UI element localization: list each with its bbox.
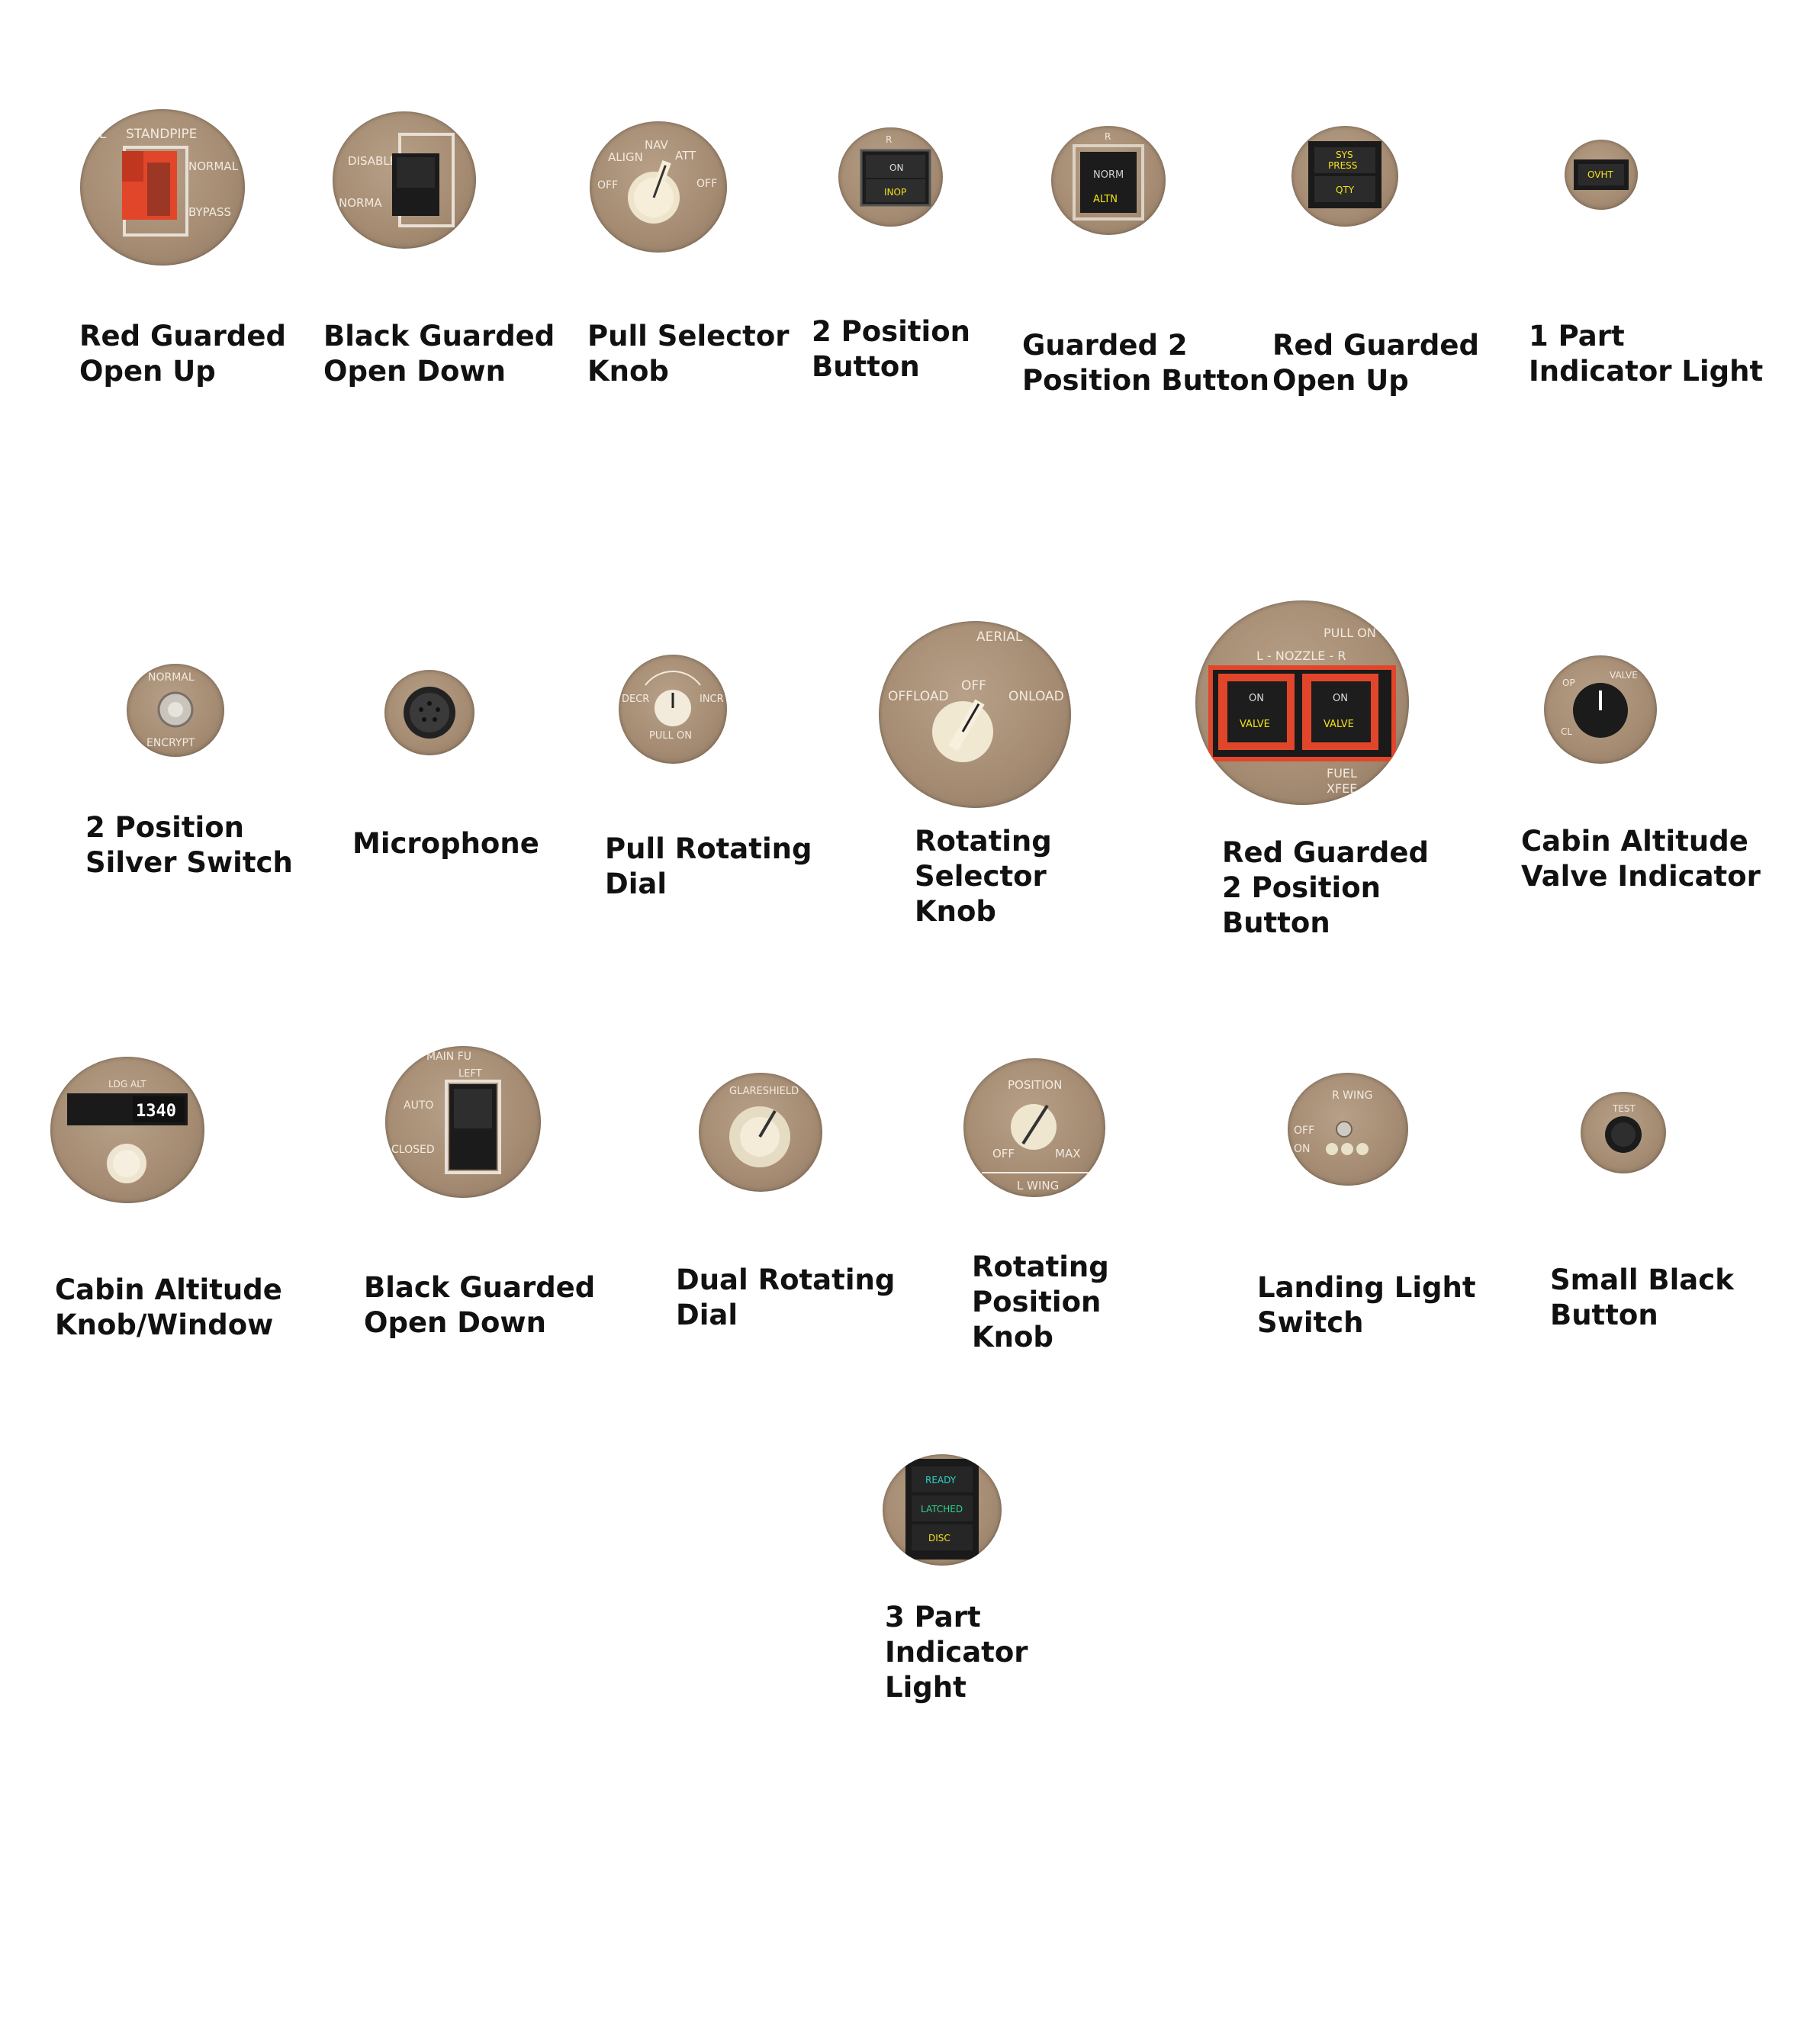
control-label: Cabin Altitude Valve Indicator — [1521, 825, 1761, 893]
red-guarded-switch-icon[interactable]: EL STANDPIPE NORMAL BYPASS — [80, 109, 245, 266]
panel-label: CLOSED — [391, 1144, 435, 1156]
control-label: Rotating Selector Knob — [915, 825, 1052, 928]
indicator-light-icon: OVHT — [1565, 140, 1638, 210]
panel-label: NORMAL — [148, 671, 195, 684]
legend-text: READY — [925, 1475, 957, 1486]
control-label: 2 Position Silver Switch — [85, 811, 293, 879]
panel-label: AUTO — [404, 1099, 433, 1112]
legend-text: LATCHED — [921, 1504, 963, 1514]
control-label: Red Guarded Open Up — [1272, 329, 1479, 397]
black-guarded-switch-icon[interactable]: MAIN FU LEFT AUTO CLOSED — [385, 1046, 541, 1198]
panel-label: VALVE — [1610, 670, 1638, 681]
toggle-switch-icon[interactable]: NORMAL ENCRYPT — [127, 664, 224, 757]
small-black-button-icon[interactable]: TEST — [1581, 1092, 1666, 1173]
panel-label: XFEE — [1327, 781, 1357, 796]
panel-label: POSITION — [1008, 1078, 1062, 1092]
panel-label: LDG ALT — [108, 1079, 146, 1090]
panel-label: LEFT — [458, 1068, 482, 1080]
panel-label: L WING — [1017, 1179, 1059, 1193]
dual-guarded-button-icon[interactable]: PULL ON L - NOZZLE - R ON VALVE ON VALVE… — [1195, 600, 1409, 805]
panel-label: PULL ON — [649, 730, 692, 742]
panel-label: OFFLOAD — [888, 689, 949, 704]
control-label: Pull Selector Knob — [587, 320, 790, 388]
panel-label: R — [1105, 131, 1111, 142]
control-label: Red Guarded 2 Position Button — [1222, 836, 1429, 939]
indicator-button-icon[interactable]: SYS PRESS QTY — [1291, 126, 1398, 227]
control-label: Small Black Button — [1550, 1263, 1734, 1331]
panel-label: L - NOZZLE - R — [1256, 649, 1346, 663]
altitude-window-icon[interactable]: LDG ALT 1340 — [50, 1057, 204, 1203]
panel-label: MAX — [1055, 1147, 1080, 1160]
legend-text: OVHT — [1587, 169, 1613, 180]
selector-knob-icon[interactable]: NAV ALIGN ATT OFF OFF — [590, 121, 727, 253]
panel-label: DECR — [622, 694, 649, 705]
panel-label: EL — [91, 127, 107, 142]
control-label: Black Guarded Open Down — [364, 1271, 596, 1339]
panel-label: ONLOAD — [1008, 689, 1064, 704]
legend-text: ON — [1249, 693, 1264, 704]
panel-label: OFF — [961, 678, 986, 694]
panel-label: NAV — [645, 138, 669, 152]
legend-text: ALTN — [1093, 194, 1118, 205]
altitude-readout: 1340 — [136, 1102, 176, 1121]
control-label: Dual Rotating Dial — [676, 1263, 896, 1331]
legend-text: VALVE — [1240, 719, 1270, 730]
panel-label: NORMA — [339, 196, 382, 210]
legend-text: PRESS — [1328, 160, 1357, 171]
legend-text: NORM — [1093, 169, 1124, 181]
panel-label: AERIAL — [976, 629, 1023, 645]
panel-label: R WING — [1332, 1090, 1372, 1102]
panel-label: DISABLE — [348, 154, 397, 168]
panel-label: ALIGN — [608, 150, 643, 164]
panel-label: R — [886, 134, 892, 145]
panel-label: ON — [1294, 1143, 1311, 1155]
panel-label: OFF — [597, 179, 618, 192]
control-label: Microphone — [352, 827, 539, 860]
panel-label: BYPASS — [188, 205, 231, 219]
control-label: Guarded 2 Position Button — [1022, 329, 1269, 397]
panel-label: TEST — [1612, 1103, 1636, 1114]
panel-label: OFF — [1294, 1125, 1314, 1137]
control-label: 2 Position Button — [812, 315, 970, 383]
control-label: Rotating Position Knob — [972, 1251, 1109, 1354]
panel-label: OFF — [696, 178, 717, 190]
control-label: Black Guarded Open Down — [323, 320, 555, 388]
three-part-indicator-icon: READY LATCHED DISC — [883, 1454, 1002, 1566]
panel-label: NORMAL — [188, 159, 239, 173]
dual-dial-icon[interactable]: GLARESHIELD — [699, 1073, 822, 1192]
control-label: 3 Part Indicator Light — [885, 1601, 1028, 1704]
panel-label: ENCRYPT — [146, 737, 195, 749]
legend-text: ON — [889, 163, 903, 173]
panel-label: CL — [1561, 726, 1572, 737]
panel-label: ATT — [675, 149, 696, 163]
legend-text: QTY — [1336, 185, 1355, 195]
panel-label: OFF — [992, 1147, 1015, 1160]
panel-label: MAIN FU — [426, 1051, 471, 1063]
control-label: Landing Light Switch — [1257, 1271, 1476, 1339]
panel-label: FUEL — [1327, 766, 1357, 781]
panel-label: STANDPIPE — [126, 127, 198, 142]
position-knob-icon[interactable]: POSITION OFF MAX L WING — [963, 1058, 1105, 1197]
legend-text: ON — [1333, 693, 1348, 704]
valve-gauge-icon: OP VALVE CL — [1544, 655, 1657, 764]
two-position-button-icon[interactable]: R ON INOP — [838, 127, 943, 227]
panel-label: GLARESHIELD — [729, 1086, 799, 1097]
selector-knob-icon[interactable]: AERIAL OFF OFFLOAD ONLOAD — [879, 621, 1071, 808]
legend-text: INOP — [884, 187, 906, 198]
legend-text: VALVE — [1324, 719, 1354, 730]
guarded-button-icon[interactable]: R NORM ALTN — [1051, 126, 1166, 235]
panel-label: OP — [1562, 678, 1575, 688]
rotating-dial-icon[interactable]: DECR INCR PULL ON — [619, 655, 727, 764]
panel-label: PULL ON — [1324, 626, 1376, 640]
legend-text: SYS — [1336, 150, 1353, 160]
legend-text: DISC — [928, 1533, 950, 1543]
control-label: Cabin Altitude Knob/Window — [55, 1273, 282, 1341]
microphone-jack-icon[interactable] — [384, 670, 474, 755]
control-label: 1 Part Indicator Light — [1529, 320, 1764, 388]
landing-light-switch-icon[interactable]: R WING OFF ON — [1288, 1073, 1408, 1186]
panel-label: INCR — [700, 694, 724, 705]
control-label: Pull Rotating Dial — [605, 832, 812, 900]
black-guarded-switch-icon[interactable]: DISABLE NORMA — [333, 111, 476, 249]
control-label: Red Guarded Open Up — [79, 320, 286, 388]
